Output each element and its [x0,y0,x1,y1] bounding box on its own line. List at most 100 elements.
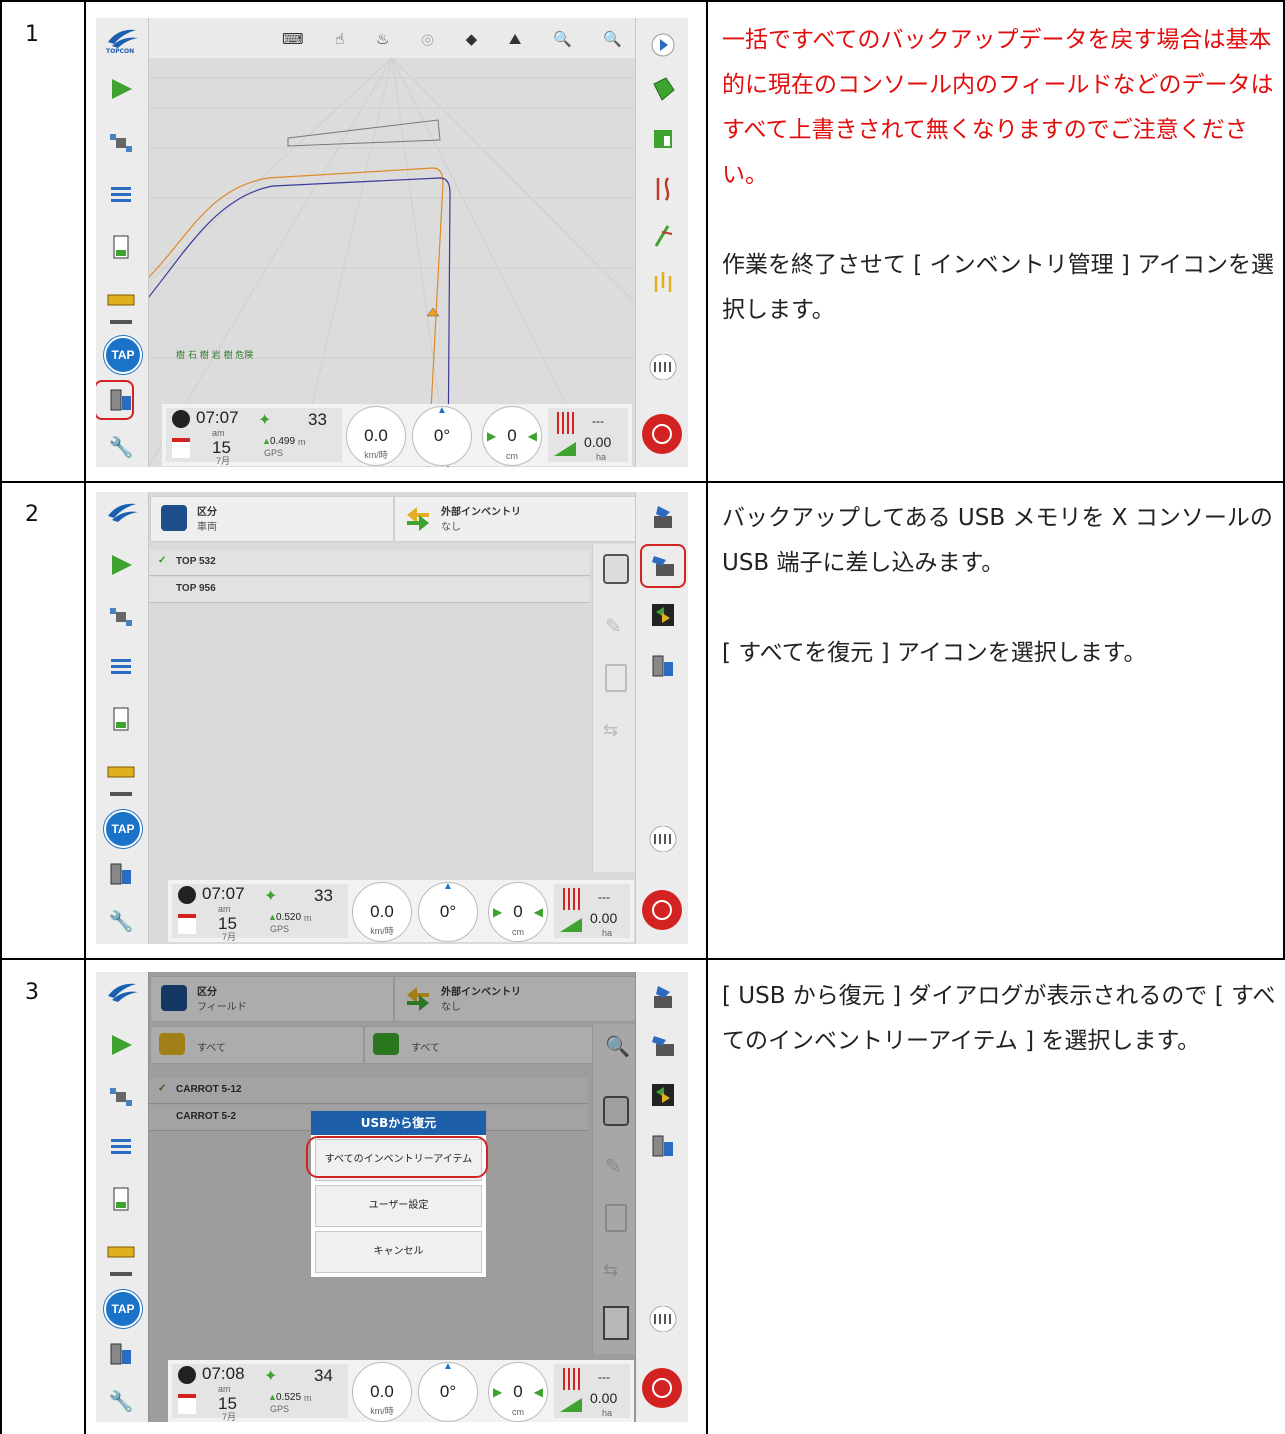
table-border-top [0,0,1285,2]
document-icon[interactable] [104,1184,138,1214]
steering-stop-button[interactable] [642,414,682,454]
dialog-title: USBから復元 [311,1111,486,1135]
wrench-icon[interactable]: 🔧 [104,906,138,936]
offset-dial: ▶ 0 ◀ cm [488,882,548,942]
delete-icon[interactable] [605,664,627,692]
topcon-logo [104,500,140,528]
implement-icon[interactable] [104,652,138,682]
warning-text: 一括ですべてのバックアップデータを戻す場合は基本的に現在のコンソール内のフィール… [722,27,1274,188]
expand-icon[interactable] [104,318,138,332]
list-item[interactable]: TOP 956 [148,577,590,603]
satellite-icon[interactable] [104,602,138,632]
details-icon[interactable] [603,554,629,584]
offset-dial: ▶ 0 ◀ cm [488,1362,548,1422]
left-arrow-icon: ▶ [493,1385,503,1399]
heading-dial: ▲ 0° [412,405,472,466]
topcon-logo [104,980,140,1008]
wrench-icon[interactable]: 🔧 [104,1386,138,1416]
guidance-icon[interactable]: ♨ [376,30,389,52]
inventory-icon[interactable] [646,1130,680,1160]
instruction-text: バックアップしてある USB メモリを X コンソールの USB 端子に差し込み… [722,505,1273,576]
time-gps-block: 07:07 am 15 7月 ✦ 33 ▲ 0.499 m GPS [166,408,342,466]
boom-icon[interactable] [104,284,138,314]
sections-icon[interactable] [646,1304,680,1334]
zoom-in-icon[interactable]: 🔍 [603,30,622,52]
backup-icon[interactable] [646,982,680,1012]
console-screenshot-restore-dialog: 区分 フィールド 外部インベントリ なし すべて すべて ✓ CARROT 5-… [96,972,688,1422]
left-arrow-icon: ▶ [487,429,497,443]
transfer-icon[interactable] [646,600,680,630]
implement-icon[interactable] [104,180,138,210]
highlight-box [306,1136,488,1178]
document-icon[interactable] [104,232,138,262]
right-sidebar [635,18,688,467]
clock-icon [172,410,190,428]
speed-dial: 0.0 km/時 [352,1362,412,1422]
navigation-icon[interactable] [104,74,138,104]
step-number: 3 [25,980,39,1005]
view-icon[interactable]: ⛰ [509,30,522,52]
navigation-icon[interactable] [104,1030,138,1060]
time-gps-block: 07:08 am 15 7月 ✦ 34 ▲ 0.525 m GPS [172,1364,348,1422]
guidance-lines-icon[interactable] [646,174,680,204]
zoom-out-icon[interactable]: 🔍 [553,30,572,52]
expand-icon[interactable] [104,790,138,804]
list-item[interactable]: ✓ TOP 532 [148,550,590,576]
tap-button[interactable]: TAP [104,336,142,374]
satellite-icon[interactable] [104,128,138,158]
field-icon[interactable] [646,74,680,104]
expand-icon[interactable] [104,1270,138,1284]
boom-icon[interactable] [104,756,138,786]
document-icon[interactable] [104,704,138,734]
step-number: 2 [25,502,39,527]
arrow-next-icon[interactable] [646,30,680,60]
instruction-text: [ USB から復元 ] ダイアログが表示されるので [ すべてのインベントリー… [722,983,1276,1054]
boom-icon[interactable] [104,1236,138,1266]
item-action-column: ✎ ⇆ [592,544,637,872]
restore-all-icon[interactable] [646,1030,680,1060]
touch-icon[interactable]: ☝ [335,30,344,52]
wrench-icon[interactable]: 🔧 [104,432,138,462]
tap-button[interactable]: TAP [104,1290,142,1328]
external-inventory-selector[interactable]: 外部インベントリ なし [394,496,636,542]
column-divider [84,0,86,1434]
right-sidebar [635,972,688,1422]
implement-icon[interactable] [104,1132,138,1162]
category-icon [161,505,187,531]
gps-icon[interactable]: ◎ [421,30,434,52]
steering-stop-button[interactable] [642,1368,682,1408]
area-block: --- 0.00 ha [554,884,630,938]
instruction-text: 作業を終了させて [ インベントリ管理 ] アイコンを選択します。 [722,252,1275,323]
topcon-logo: TOPCON [104,26,140,55]
satellite-icon[interactable] [104,1082,138,1112]
check-icon: ✓ [158,555,167,566]
layers-icon[interactable]: ◆ [466,30,478,52]
backup-icon[interactable] [646,502,680,532]
transfer-icon [407,507,429,531]
navigation-icon[interactable] [104,550,138,580]
sections-icon[interactable] [646,824,680,854]
speed-dial: 0.0 km/時 [346,406,406,466]
inventory-icon[interactable] [646,650,680,680]
sections-icon[interactable] [646,352,680,382]
boundary-icon[interactable] [646,124,680,154]
split-icon[interactable] [646,266,680,296]
right-sidebar [635,492,688,944]
inventory-manager-icon[interactable] [104,858,138,888]
inventory-manager-icon[interactable] [104,1338,138,1368]
heading-dial: ▲ 0° [418,1361,478,1422]
table-border-left [0,0,2,1434]
highlight-box [96,380,134,420]
transfer-icon[interactable] [646,1080,680,1110]
category-selector[interactable]: 区分 車両 [150,496,394,542]
cancel-button[interactable]: キャンセル [315,1231,482,1273]
offset-dial: ▶ 0 ◀ cm [482,406,542,466]
tap-button[interactable]: TAP [104,810,142,848]
keyboard-icon[interactable]: ⌨ [282,30,304,52]
user-settings-button[interactable]: ユーザー設定 [315,1185,482,1227]
marker-icon[interactable] [646,220,680,250]
edit-icon[interactable]: ✎ [605,614,622,638]
steering-stop-button[interactable] [642,890,682,930]
coverage-icon [560,1368,582,1412]
transfer-disabled-icon[interactable]: ⇆ [603,720,618,741]
